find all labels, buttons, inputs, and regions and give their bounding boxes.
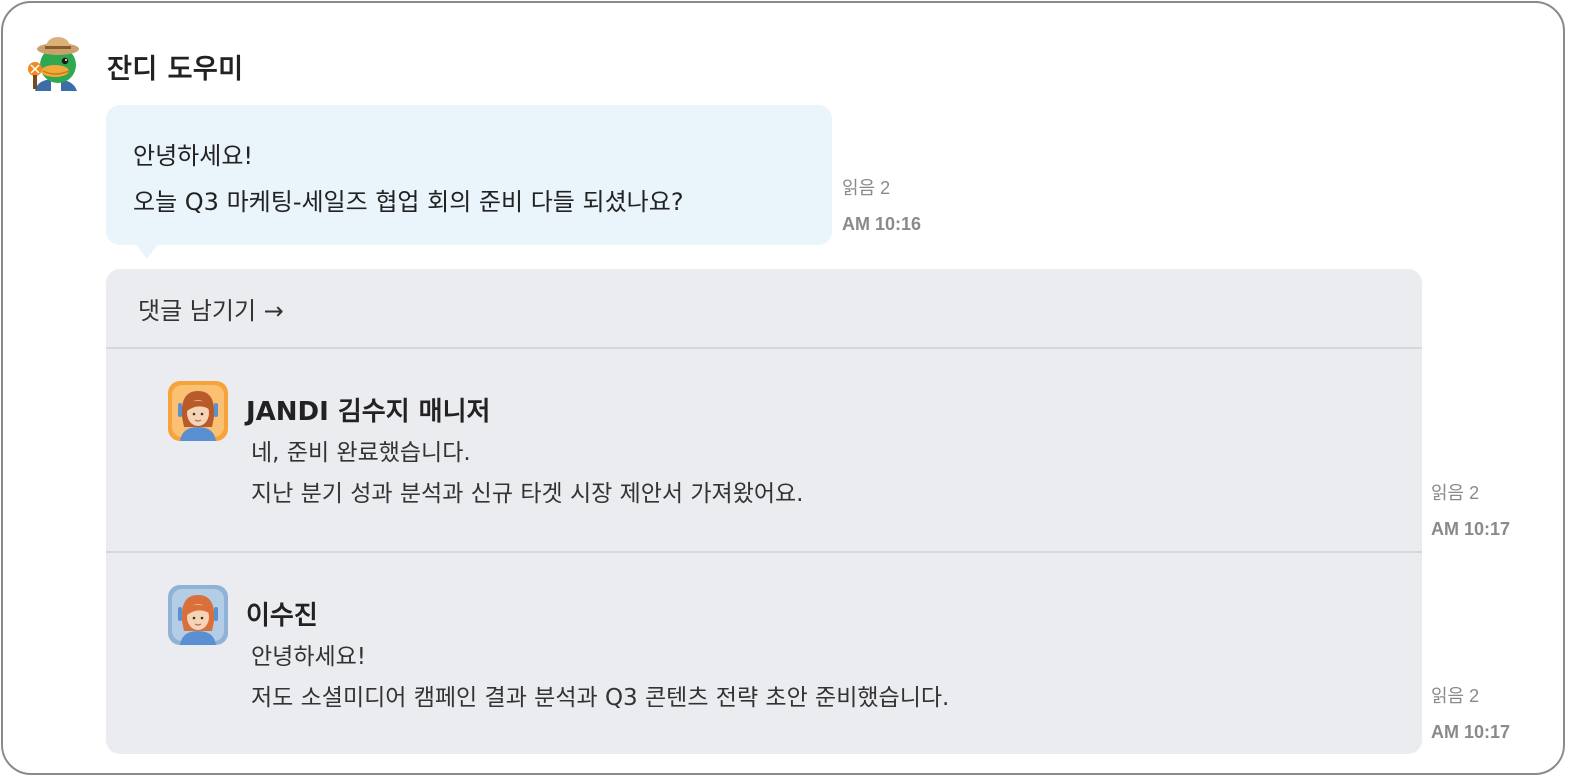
comment-author-name[interactable]: JANDI 김수지 매니저 — [246, 391, 490, 428]
leave-comment-link[interactable]: 댓글 남기기 → — [138, 291, 284, 326]
timestamp: AM 10:16 — [842, 214, 922, 234]
message-line: 오늘 Q3 마케팅-세일즈 협업 회의 준비 다들 되셨나요? — [133, 188, 684, 216]
comment-body: 네, 준비 완료했습니다. 지난 분기 성과 분석과 신규 타겟 시장 제안서 … — [251, 433, 803, 515]
post-author-name[interactable]: 잔디 도우미 — [107, 47, 244, 86]
user-avatar-icon[interactable] — [168, 381, 228, 441]
timestamp: AM 10:17 — [1431, 722, 1511, 742]
bubble-tail — [135, 243, 159, 259]
comment-line: 지난 분기 성과 분석과 신규 타겟 시장 제안서 가져왔어요. — [251, 481, 804, 507]
comment-thread: 댓글 남기기 → JANDI 김수지 매니저 네, 준비 완료했습니다. 지난 … — [106, 269, 1422, 754]
read-count[interactable]: 읽음 2 — [842, 174, 921, 212]
chat-window: 잔디 도우미 안녕하세요! 오늘 Q3 마케팅-세일즈 협업 회의 준비 다들 … — [1, 1, 1565, 775]
comment-item: JANDI 김수지 매니저 네, 준비 완료했습니다. 지난 분기 성과 분석과… — [106, 349, 1422, 551]
user-avatar-icon[interactable] — [168, 585, 228, 645]
comment-meta: 읽음 2 AM 10:17 — [1431, 479, 1510, 541]
post-meta: 읽음 2 AM 10:16 — [842, 174, 921, 236]
comment-meta: 읽음 2 AM 10:17 — [1431, 682, 1510, 744]
comment-item: 이수진 안녕하세요! 저도 소셜미디어 캠페인 결과 분석과 Q3 콘텐츠 전략… — [106, 553, 1422, 754]
read-count[interactable]: 읽음 2 — [1431, 479, 1510, 517]
comment-line: 네, 준비 완료했습니다. — [251, 440, 471, 466]
message-line: 안녕하세요! — [133, 142, 254, 170]
comment-body: 안녕하세요! 저도 소셜미디어 캠페인 결과 분석과 Q3 콘텐츠 전략 초안 … — [251, 637, 949, 719]
read-count[interactable]: 읽음 2 — [1431, 682, 1510, 720]
comment-line: 저도 소셜미디어 캠페인 결과 분석과 Q3 콘텐츠 전략 초안 준비했습니다. — [251, 685, 950, 711]
bot-avatar-duck-mascot-icon[interactable] — [25, 35, 87, 97]
comment-line: 안녕하세요! — [251, 644, 367, 670]
comment-author-name[interactable]: 이수진 — [246, 595, 318, 632]
message-bubble: 안녕하세요! 오늘 Q3 마케팅-세일즈 협업 회의 준비 다들 되셨나요? — [106, 105, 832, 245]
timestamp: AM 10:17 — [1431, 519, 1511, 539]
